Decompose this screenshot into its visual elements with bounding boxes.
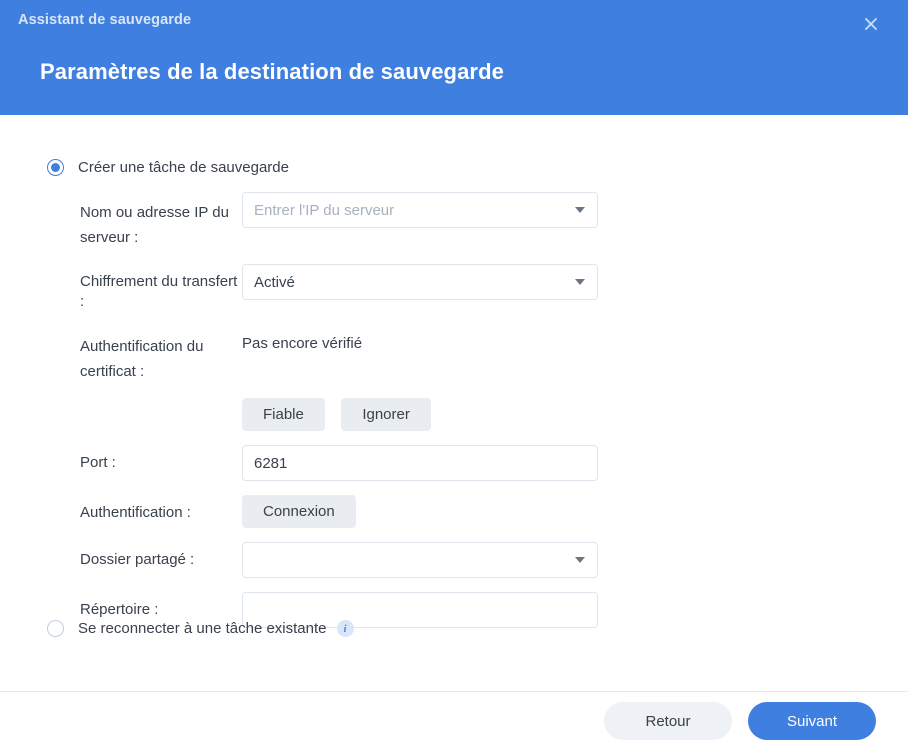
form-row-server: Nom ou adresse IP du serveur : Entrer l'… bbox=[0, 192, 908, 250]
certificate-actions-wrap: Fiable Ignorer bbox=[242, 398, 598, 431]
dialog-footer: Retour Suivant bbox=[0, 691, 908, 750]
certificate-status: Pas encore vérifié bbox=[242, 326, 598, 354]
server-input[interactable]: Entrer l'IP du serveur bbox=[242, 192, 598, 228]
info-icon[interactable]: i bbox=[337, 620, 354, 637]
port-label: Port : bbox=[0, 445, 242, 473]
port-input[interactable]: 6281 bbox=[242, 445, 598, 481]
certificate-actions-spacer bbox=[0, 398, 242, 406]
backup-destination-form: Nom ou adresse IP du serveur : Entrer l'… bbox=[0, 192, 908, 628]
form-row-certificate: Authentification du certificat : Pas enc… bbox=[0, 326, 908, 384]
back-button[interactable]: Retour bbox=[604, 702, 732, 740]
radio-create-task-label[interactable]: Créer une tâche de sauvegarde bbox=[78, 159, 289, 176]
encryption-select[interactable]: Activé bbox=[242, 264, 598, 300]
form-row-port: Port : 6281 bbox=[0, 445, 908, 481]
trust-button[interactable]: Fiable bbox=[242, 398, 325, 431]
dialog-body: Créer une tâche de sauvegarde Nom ou adr… bbox=[0, 115, 908, 750]
radio-row-reconnect-task[interactable]: Se reconnecter à une tâche existante i bbox=[0, 620, 908, 637]
ignore-button[interactable]: Ignorer bbox=[341, 398, 431, 431]
option-create-task: Créer une tâche de sauvegarde Nom ou adr… bbox=[0, 159, 908, 642]
page-title: Paramètres de la destination de sauvegar… bbox=[40, 59, 504, 85]
window-title: Assistant de sauvegarde bbox=[18, 12, 191, 28]
form-row-shared-folder: Dossier partagé : bbox=[0, 542, 908, 578]
shared-folder-field-wrap bbox=[242, 542, 598, 578]
port-field-wrap: 6281 bbox=[242, 445, 598, 481]
certificate-label: Authentification du certificat : bbox=[0, 326, 242, 384]
close-icon bbox=[863, 16, 879, 32]
certificate-status-wrap: Pas encore vérifié bbox=[242, 326, 598, 354]
authentication-field-wrap: Connexion bbox=[242, 495, 598, 528]
encryption-field-wrap: Activé bbox=[242, 264, 598, 300]
form-row-authentication: Authentification : Connexion bbox=[0, 495, 908, 528]
shared-folder-select[interactable] bbox=[242, 542, 598, 578]
encryption-label: Chiffrement du transfert : bbox=[0, 264, 242, 312]
radio-reconnect-task[interactable] bbox=[47, 620, 64, 637]
close-button[interactable] bbox=[858, 11, 884, 37]
authentication-label: Authentification : bbox=[0, 495, 242, 523]
form-row-certificate-actions: Fiable Ignorer bbox=[0, 398, 908, 431]
connect-button[interactable]: Connexion bbox=[242, 495, 356, 528]
shared-folder-label: Dossier partagé : bbox=[0, 542, 242, 570]
dialog-header: Assistant de sauvegarde Paramètres de la… bbox=[0, 0, 908, 115]
radio-create-task[interactable] bbox=[47, 159, 64, 176]
backup-wizard-dialog: Assistant de sauvegarde Paramètres de la… bbox=[0, 0, 908, 750]
radio-reconnect-task-label[interactable]: Se reconnecter à une tâche existante bbox=[78, 620, 327, 637]
radio-row-create-task[interactable]: Créer une tâche de sauvegarde bbox=[0, 159, 908, 176]
option-reconnect-task: Se reconnecter à une tâche existante i bbox=[0, 620, 908, 637]
server-field-wrap: Entrer l'IP du serveur bbox=[242, 192, 598, 228]
form-row-encryption: Chiffrement du transfert : Activé bbox=[0, 264, 908, 312]
server-label: Nom ou adresse IP du serveur : bbox=[0, 192, 242, 250]
directory-label: Répertoire : bbox=[0, 592, 242, 620]
next-button[interactable]: Suivant bbox=[748, 702, 876, 740]
